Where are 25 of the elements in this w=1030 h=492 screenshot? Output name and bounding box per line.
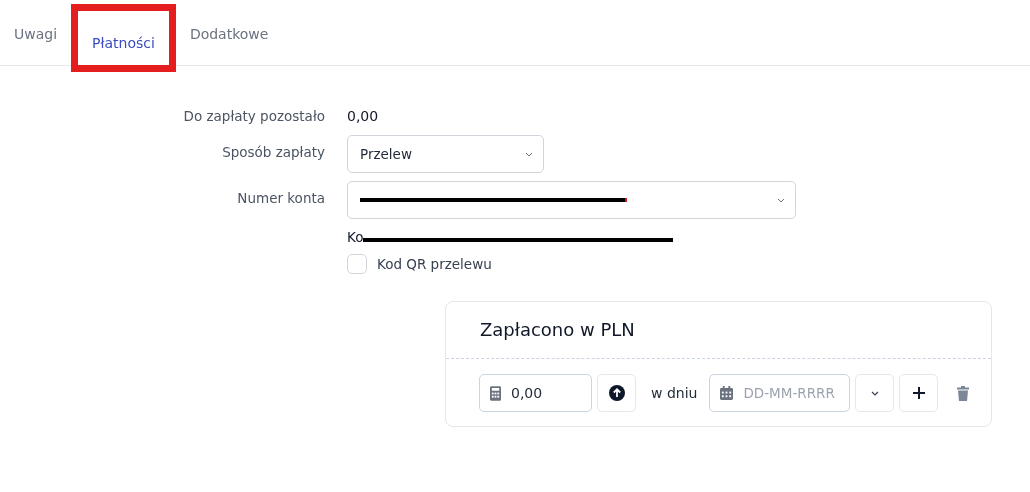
add-button[interactable] [899,374,939,412]
plus-icon [911,386,926,400]
chevron-down-icon [777,197,785,203]
arrow-up-circle-icon [608,385,625,401]
account-number-select[interactable] [347,181,796,219]
tab[interactable]: Dodatkowe [181,0,277,45]
field-label: Numer konta [236,189,326,206]
upload-button[interactable] [597,374,636,412]
field-label: Sposób zapłaty [221,143,326,160]
chevron-down-icon [525,151,533,157]
checkbox[interactable] [347,254,367,274]
tab[interactable]: Płatności [71,4,176,72]
remaining-amount: 0,00 [347,108,379,124]
delete-icon[interactable] [957,385,970,401]
tab[interactable]: Uwagi [6,0,66,45]
bank-note: Ko [347,229,364,245]
calculator-icon [490,385,501,401]
amount-field[interactable]: 0,00 [479,374,592,412]
field-label: Do zapłaty pozostało [182,108,326,124]
payment-method-select[interactable]: Przelew [347,135,544,173]
checkbox-label: Kod QR przelewu [377,256,492,272]
date-label: w dniu [651,385,698,401]
calendar-icon [720,386,734,400]
chevron-down-icon [870,390,879,396]
card-title: Zapłacono w PLN [446,302,991,359]
